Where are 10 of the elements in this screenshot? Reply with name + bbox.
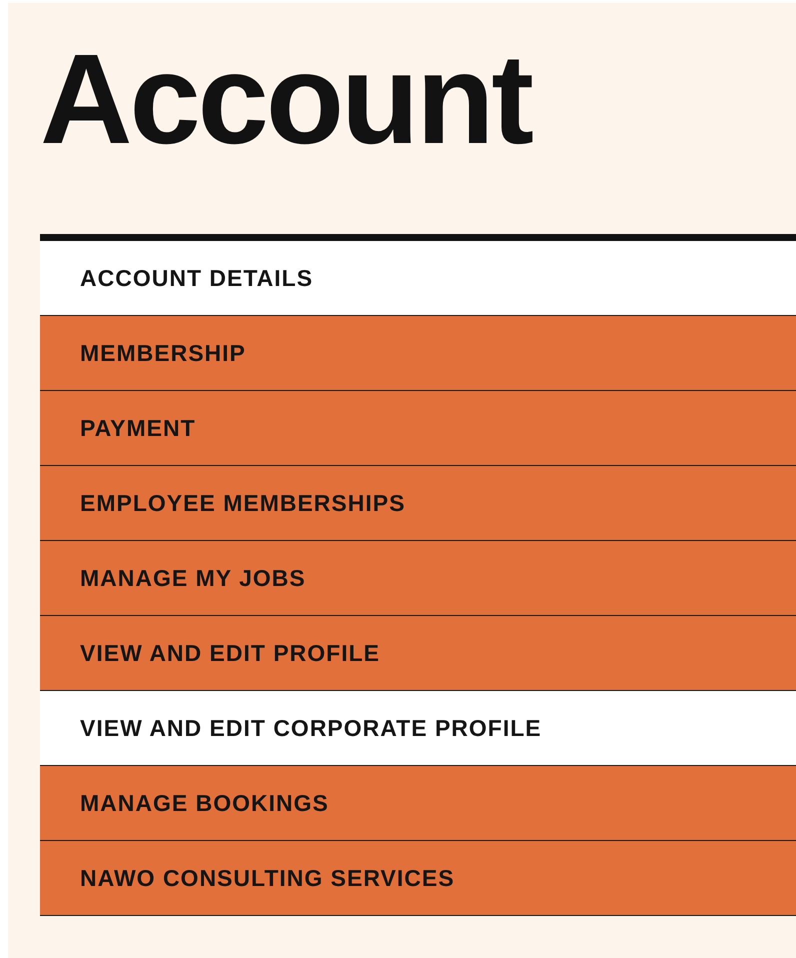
menu-item[interactable]: MANAGE MY JOBS [40,541,796,616]
menu-item[interactable]: PAYMENT [40,391,796,466]
menu-item[interactable]: ACCOUNT DETAILS [40,241,796,316]
menu-item[interactable]: VIEW AND EDIT PROFILE [40,616,796,691]
page-title: Account [40,27,531,173]
menu-item[interactable]: MEMBERSHIP [40,316,796,391]
menu-item[interactable]: EMPLOYEE MEMBERSHIPS [40,466,796,541]
menu-item[interactable]: VIEW AND EDIT CORPORATE PROFILE [40,691,796,766]
menu-item[interactable]: MANAGE BOOKINGS [40,766,796,841]
menu-item[interactable]: NAWO CONSULTING SERVICES [40,841,796,916]
